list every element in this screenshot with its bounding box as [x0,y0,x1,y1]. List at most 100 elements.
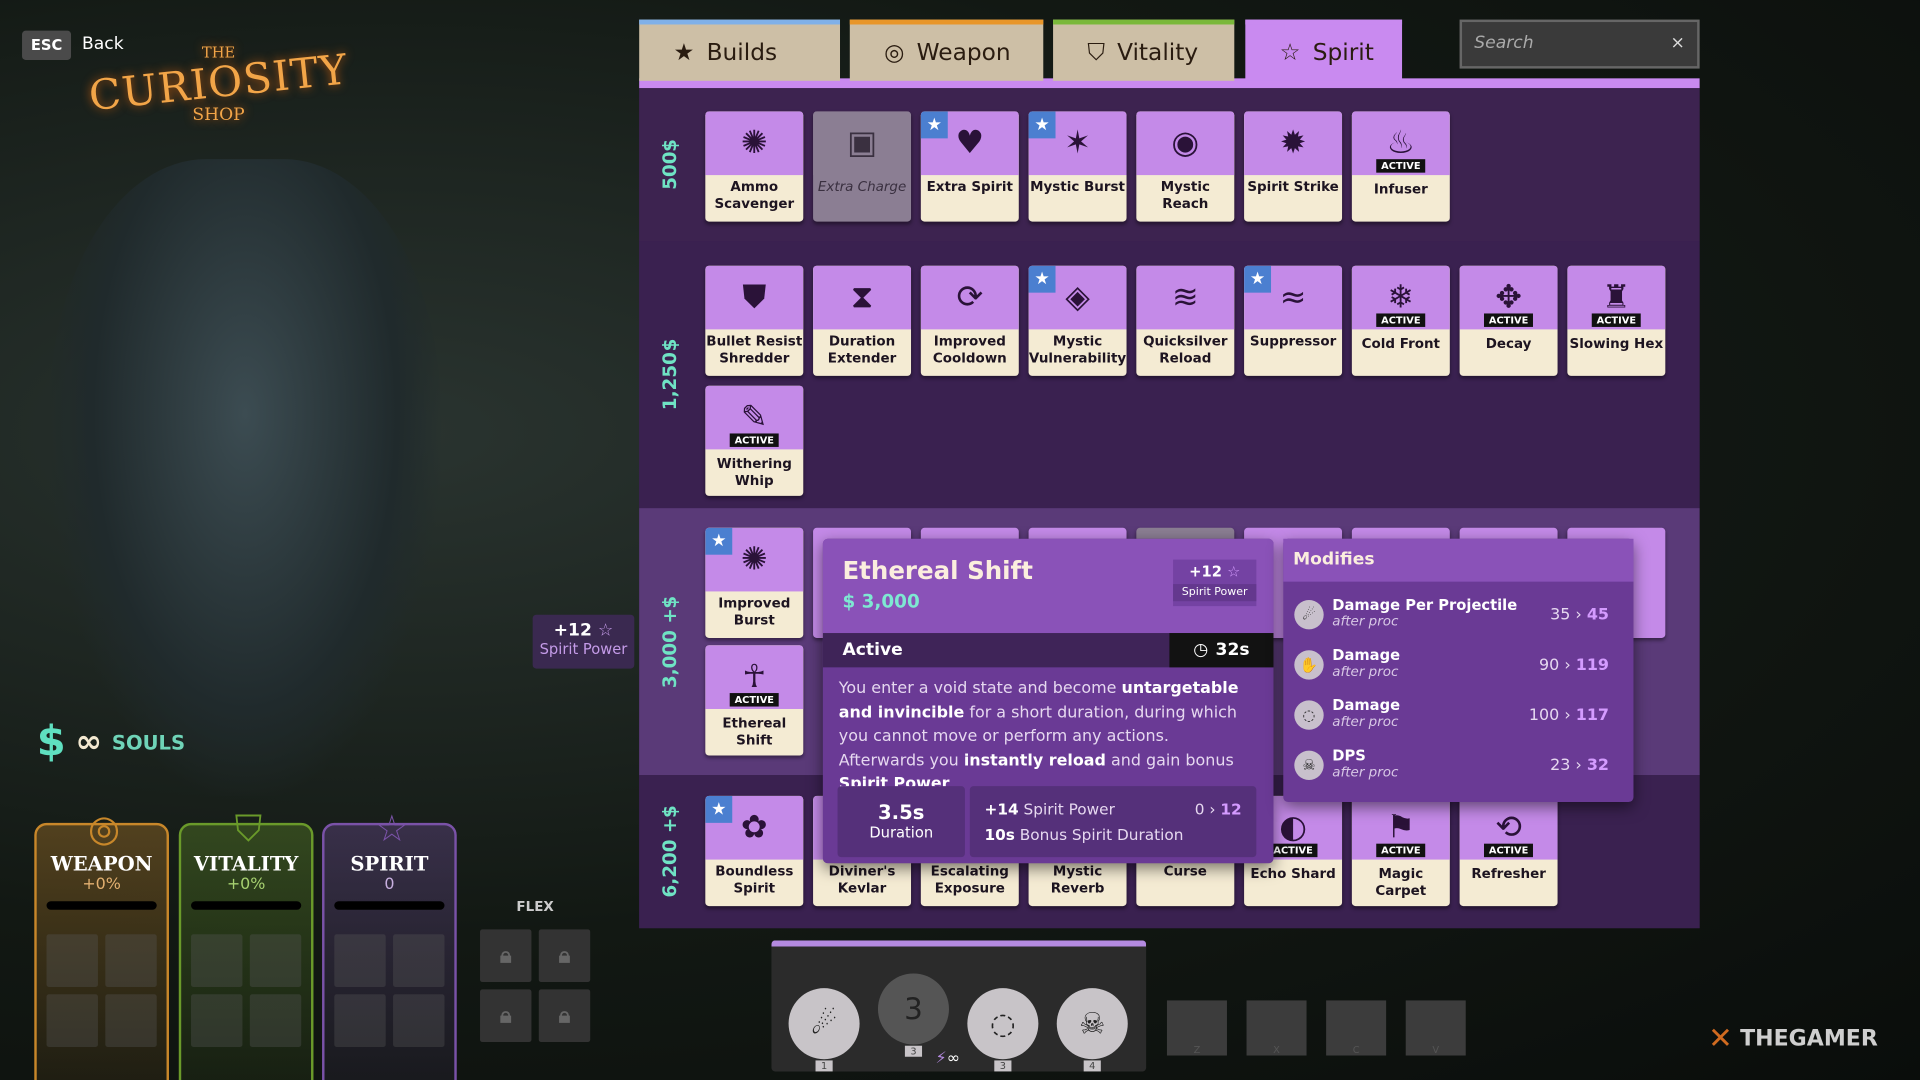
lock-icon: 🔒︎ [538,929,591,983]
bonus1-from: 0 [1194,799,1205,818]
slot-key: X [1273,1044,1280,1056]
empty-item-slot[interactable] [334,934,386,987]
extra-spirit-icon: ♥ [955,124,985,162]
tab-label: Vitality [1117,39,1199,67]
tab-label: Builds [706,39,778,67]
stat-progress-bar [334,901,445,910]
shop-item-infuser[interactable]: ♨ ACTIVE Infuser [1351,111,1450,222]
shop-item-magic-carpet[interactable]: ⚑ ACTIVE Magic Carpet [1351,795,1450,907]
lock-icon: 🔒︎ [480,989,532,1043]
active-badge: ACTIVE [1591,313,1641,327]
empty-item-slot[interactable] [46,994,98,1047]
shop-item-boundless-spirit[interactable]: ✿ ★ Boundless Spirit [705,795,804,907]
tab-vitality[interactable]: ⛉ Vitality [1053,19,1235,81]
shop-item-ethereal-shift[interactable]: ☥ ACTIVE Ethereal Shift [705,645,804,756]
item-name: Diviner's Kevlar [828,863,896,897]
star-icon: ★ [673,39,695,67]
shop-item-mystic-vulnerability[interactable]: ◈ ★ Mystic Vulnerability [1028,265,1127,376]
modifier-value: 35 › 45 [1550,606,1609,625]
shop-item-improved-burst[interactable]: ✺ ★ Improved Burst [705,527,804,638]
item-icon-area: ♜ ACTIVE [1567,265,1666,330]
decay-icon: ✥ [1495,279,1522,316]
item-name: Extra Spirit [926,178,1014,195]
ability-2[interactable]: 33 [877,973,949,1057]
empty-item-slot[interactable] [105,994,157,1047]
tab-builds[interactable]: ★ Builds [639,19,841,81]
shop-item-improved-cooldown[interactable]: ⟳ Improved Cooldown [920,265,1019,376]
ability-1[interactable]: ☄ 1 [788,988,860,1072]
fireball-icon: ☄ [810,1006,838,1041]
tier-cost: 1,250 [658,352,681,411]
shop-item-refresher[interactable]: ⟲ ACTIVE Refresher [1459,795,1558,907]
souls-icon: $ [658,595,681,609]
shop-item-spirit-strike[interactable]: ✹ Spirit Strike [1244,111,1343,222]
shop-item-mystic-reach[interactable]: ◉ Mystic Reach [1136,111,1235,222]
souls-icon: $ [658,805,681,819]
tier-cost-label: 3,000 + $ [651,508,688,775]
item-slots [324,934,454,1047]
bonus1-to: 12 [1220,799,1242,818]
tab-spirit[interactable]: ☆ Spirit [1245,19,1403,81]
shop-item-suppressor[interactable]: ≈ ★ Suppressor [1244,265,1343,376]
cooldown-clock-icon: ◷ [1193,640,1209,661]
shop-item-duration-extender[interactable]: ⧗ Duration Extender [813,265,912,376]
vortex-icon: ◌ [1294,700,1324,730]
item-icon-area: ✺ ★ [705,527,804,592]
stat-value: +0% [82,875,121,894]
item-icon-area: ◈ ★ [1028,265,1127,330]
favorite-star-icon: ★ [1028,265,1056,293]
spirit-star-icon: ☆ [1227,563,1241,581]
ability-4[interactable]: ☠ 4 [1056,988,1128,1072]
search-input[interactable]: Search × [1459,19,1700,69]
shop-item-cold-front[interactable]: ❄ ACTIVE Cold Front [1351,265,1450,376]
empty-item-slot[interactable] [46,934,98,987]
empty-item-slot[interactable] [191,994,243,1047]
description-segment: and gain bonus [1105,751,1234,770]
shop-item-withering-whip[interactable]: ✎ ACTIVE Withering Whip [705,385,804,496]
active-item-slot-z[interactable]: Z [1166,1000,1227,1056]
active-item-slot-v[interactable]: V [1405,1000,1466,1056]
shop-item-quicksilver-reload[interactable]: ≋ Quicksilver Reload [1136,265,1235,376]
active-badge: ACTIVE [1376,159,1426,173]
active-badge: ACTIVE [1483,313,1534,327]
description-segment: You enter a void state and become [838,679,1122,698]
magic-carpet-icon: ⚑ [1386,809,1416,847]
active-item-slot-c[interactable]: C [1326,1000,1387,1056]
shop-item-extra-charge[interactable]: ▣ Extra Charge [813,111,912,222]
item-icon-area: ⟲ ACTIVE [1459,795,1558,860]
modifies-row: ◌ Damage after proc 100 › 117 [1283,689,1633,739]
tab-weapon[interactable]: ◎ Weapon [849,19,1044,81]
shop-item-extra-spirit[interactable]: ♥ ★ Extra Spirit [920,111,1019,222]
ability-3[interactable]: ◌ 3 [967,988,1039,1072]
curiosity-shop-logo: THE CURIOSITY SHOP [81,44,357,125]
from-value: 90 [1539,656,1560,675]
empty-item-slot[interactable] [249,934,302,987]
ability-key: 4 [1084,1060,1101,1072]
duration-label: Duration [869,824,934,842]
item-slots [181,934,311,1047]
empty-item-slot[interactable] [393,934,445,987]
empty-item-slot[interactable] [249,994,302,1047]
empty-item-slot[interactable] [334,994,386,1047]
active-item-slot-x[interactable]: X [1246,1000,1307,1056]
slot-key: V [1432,1044,1440,1056]
stat-progress-bar [46,901,157,910]
empty-item-slot[interactable] [105,934,157,987]
shop-item-decay[interactable]: ✥ ACTIVE Decay [1459,265,1558,376]
shop-item-slowing-hex[interactable]: ♜ ACTIVE Slowing Hex [1567,265,1666,376]
from-value: 35 [1550,606,1571,625]
item-name: Ammo Scavenger [714,178,795,212]
item-name: Escalating Exposure [930,863,1009,897]
improved-cooldown-icon: ⟳ [956,279,984,316]
shop-item-mystic-burst[interactable]: ✶ ★ Mystic Burst [1028,111,1127,222]
shop-item-ammo-scavenger[interactable]: ✺ Ammo Scavenger [705,111,804,222]
empty-item-slot[interactable] [393,994,445,1047]
suppressor-icon: ≈ [1279,279,1307,316]
esc-key-badge[interactable]: ESC [22,30,72,61]
tier-row: 500 $ ✺ Ammo Scavenger ▣ Extra Charge ♥ ★ Extra… [639,88,1700,242]
duration-extender-icon: ⧗ [850,278,874,316]
clear-search-icon[interactable]: × [1671,33,1685,55]
empty-item-slot[interactable] [191,934,243,987]
shop-item-bullet-resist-shredder[interactable]: ⛊ Bullet Resist Shredder [705,265,804,376]
ability-key: 1 [816,1060,833,1072]
